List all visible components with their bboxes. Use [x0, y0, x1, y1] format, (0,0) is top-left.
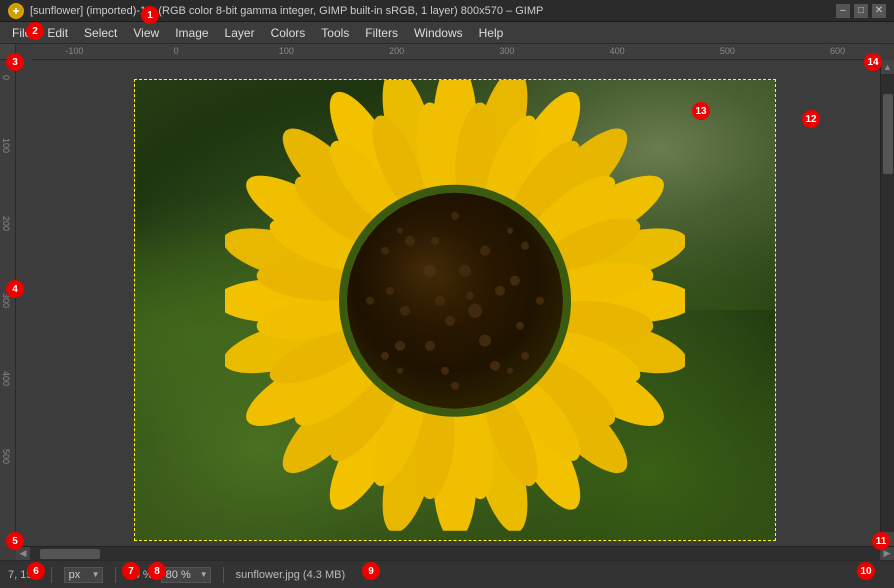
menubar: FileEditSelectViewImageLayerColorsToolsF…: [0, 22, 894, 44]
annotation-5: 5: [6, 532, 24, 550]
ruler-h-ticks: -100 0 100 200 300 400 500 600: [32, 44, 880, 59]
menubar-item-help[interactable]: Help: [471, 24, 512, 42]
annotation-1: 1: [141, 6, 159, 24]
minimize-button[interactable]: –: [836, 4, 850, 18]
image-canvas[interactable]: [135, 80, 775, 540]
unit-dropdown-wrap[interactable]: px mm inch: [64, 567, 103, 583]
annotation-7: 7: [122, 562, 140, 580]
close-button[interactable]: ✕: [872, 4, 886, 18]
menubar-item-windows[interactable]: Windows: [406, 24, 471, 42]
scroll-up-arrow[interactable]: ▲: [881, 60, 894, 74]
annotation-12: 12: [802, 110, 820, 128]
annotation-2: 2: [26, 22, 44, 40]
horizontal-ruler: -100 0 100 200 300 400 500 600: [32, 44, 880, 60]
menubar-item-filters[interactable]: Filters: [357, 24, 406, 42]
window-controls: – □ ✕: [836, 4, 886, 18]
annotation-11: 11: [872, 532, 890, 550]
vertical-scrollbar[interactable]: ▲ ▼: [880, 60, 894, 546]
titlebar: [sunflower] (imported)-1.0 (RGB color 8-…: [0, 0, 894, 22]
menubar-item-layer[interactable]: Layer: [217, 24, 263, 42]
annotation-6: 6: [27, 562, 45, 580]
maximize-button[interactable]: □: [854, 4, 868, 18]
annotation-8: 8: [148, 562, 166, 580]
unit-dropdown[interactable]: px mm inch: [64, 567, 103, 583]
vertical-ruler: 0 100 200 300 400 500: [0, 60, 16, 546]
canvas-area[interactable]: [16, 60, 894, 560]
menubar-item-image[interactable]: Image: [167, 24, 216, 42]
horizontal-scrollbar[interactable]: ◀ ▶: [16, 546, 894, 560]
ruler-v-ticks: 0 100 200 300 400 500: [0, 60, 15, 546]
menubar-item-edit[interactable]: Edit: [39, 24, 76, 42]
annotation-13: 13: [692, 102, 710, 120]
scroll-h-thumb[interactable]: [40, 549, 100, 559]
annotation-3: 3: [6, 53, 24, 71]
sunflower-svg: [225, 80, 685, 531]
canvas-container: [135, 80, 775, 540]
menubar-item-colors[interactable]: Colors: [263, 24, 314, 42]
scroll-v-thumb[interactable]: [883, 94, 893, 174]
zoom-dropdown-wrap[interactable]: 80 % 100 % 50 %: [161, 567, 211, 583]
app-icon: [8, 3, 24, 19]
annotation-4: 4: [6, 280, 24, 298]
annotation-10: 10: [857, 562, 875, 580]
zoom-dropdown[interactable]: 80 % 100 % 50 %: [161, 567, 211, 583]
status-separator-3: [223, 567, 224, 583]
filename-info: sunflower.jpg (4.3 MB): [236, 569, 345, 581]
status-separator-2: [115, 567, 116, 583]
menubar-item-tools[interactable]: Tools: [313, 24, 357, 42]
menubar-item-view[interactable]: View: [125, 24, 167, 42]
annotation-9: 9: [362, 562, 380, 580]
menubar-item-select[interactable]: Select: [76, 24, 125, 42]
status-separator-1: [51, 567, 52, 583]
annotation-14: 14: [864, 53, 882, 71]
